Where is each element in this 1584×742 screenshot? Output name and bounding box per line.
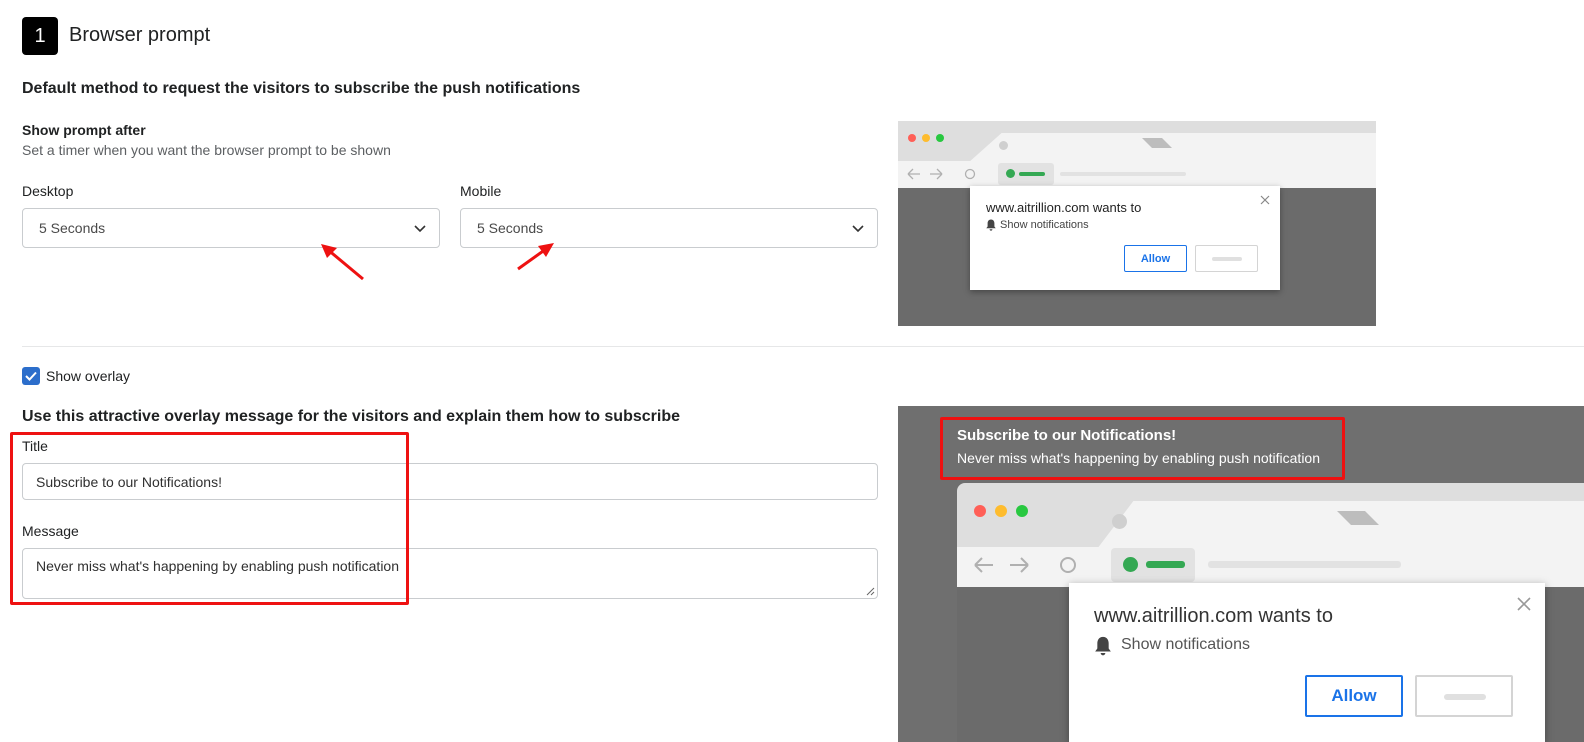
close-icon (1260, 195, 1270, 205)
tab-close-shape (1142, 138, 1172, 148)
allow-button: Allow (1124, 245, 1187, 272)
block-label-placeholder (1212, 257, 1242, 261)
window-minimize-dot (922, 134, 930, 142)
popup-permission-text: Show notifications (1000, 219, 1089, 231)
nav-arrows-icon (907, 168, 976, 180)
block-button (1415, 675, 1513, 717)
prompt-description: Default method to request the visitors t… (22, 80, 581, 97)
checkmark-icon (25, 371, 37, 381)
url-placeholder (1060, 172, 1186, 176)
tab-favicon (1112, 514, 1127, 529)
show-overlay-checkbox[interactable] (22, 367, 40, 385)
show-overlay-label[interactable]: Show overlay (46, 368, 130, 384)
step-number-badge: 1 (22, 17, 58, 55)
mobile-label: Mobile (460, 183, 502, 199)
resize-handle-icon[interactable] (865, 586, 875, 596)
url-placeholder (1208, 561, 1401, 568)
annotation-arrow (517, 243, 554, 271)
section-title: Browser prompt (69, 24, 211, 46)
window-minimize-dot (995, 505, 1007, 517)
section-divider (22, 346, 1584, 347)
permission-popup-large: www.aitrillion.com wants to Show notific… (1069, 583, 1545, 742)
desktop-label: Desktop (22, 183, 74, 199)
popup-permission-text: Show notifications (1121, 636, 1250, 653)
lock-icon (1006, 169, 1015, 178)
popup-site-text: www.aitrillion.com wants to (1094, 605, 1333, 627)
tab-favicon (999, 141, 1008, 150)
nav-arrows-icon (974, 557, 1076, 573)
popup-site-text: www.aitrillion.com wants to (986, 200, 1142, 215)
permission-popup: www.aitrillion.com wants to Show notific… (970, 186, 1280, 290)
window-close-dot (974, 505, 986, 517)
desktop-delay-select[interactable]: 5 Seconds (22, 208, 440, 248)
overlay-description: Use this attractive overlay message for … (22, 408, 680, 425)
url-bar-green (1019, 172, 1045, 176)
window-maximize-dot (936, 134, 944, 142)
desktop-delay-value: 5 Seconds (39, 220, 106, 236)
annotation-highlight-box (10, 432, 409, 605)
annotation-arrow (321, 244, 364, 281)
chevron-down-icon (414, 225, 426, 233)
close-icon (1517, 597, 1531, 611)
window-maximize-dot (1016, 505, 1028, 517)
bell-icon (1095, 636, 1111, 656)
tab-close-shape (1337, 511, 1379, 525)
annotation-highlight-box (940, 417, 1345, 480)
bell-icon (986, 219, 996, 231)
block-label-placeholder (1444, 694, 1486, 700)
lock-icon (1123, 557, 1138, 572)
allow-button: Allow (1305, 675, 1403, 717)
chevron-down-icon (852, 225, 864, 233)
show-prompt-help: Set a timer when you want the browser pr… (22, 142, 391, 158)
show-prompt-label: Show prompt after (22, 122, 146, 138)
mobile-delay-value: 5 Seconds (477, 220, 544, 236)
window-close-dot (908, 134, 916, 142)
block-button (1195, 245, 1258, 272)
url-bar-green (1146, 561, 1185, 568)
